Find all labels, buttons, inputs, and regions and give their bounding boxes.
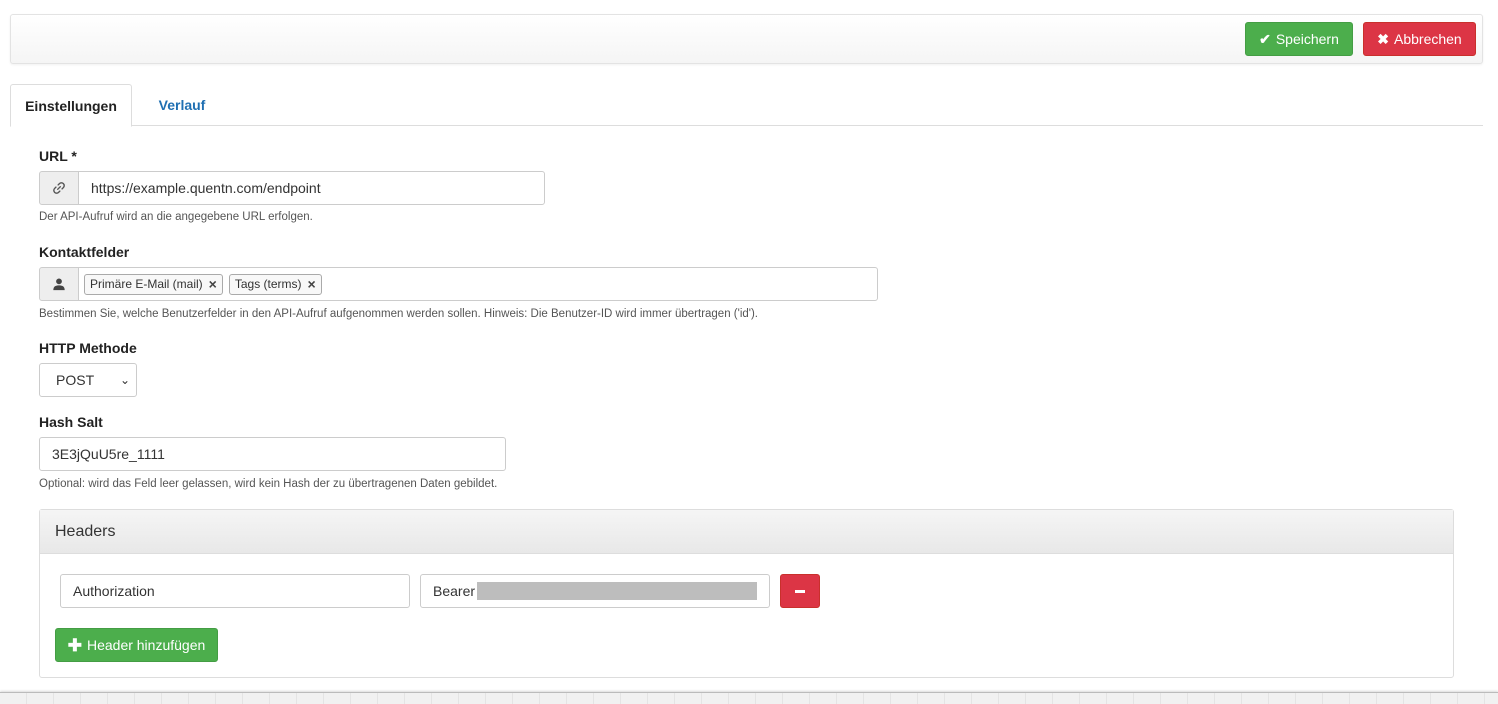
contact-field-chip: Tags (terms) ×	[228, 273, 322, 295]
save-button[interactable]: ✔ Speichern	[1245, 22, 1353, 56]
cancel-button-label: Abbrechen	[1394, 31, 1462, 47]
tab-bar: Einstellungen Verlauf	[10, 84, 1483, 127]
close-icon: ✖	[1377, 31, 1389, 47]
tab-verlauf[interactable]: Verlauf	[132, 84, 232, 126]
hash-salt-label: Hash Salt	[39, 414, 103, 430]
tab-einstellungen[interactable]: Einstellungen	[10, 84, 132, 127]
contact-fields-label: Kontaktfelder	[39, 244, 130, 260]
tab-label: Einstellungen	[25, 97, 117, 114]
url-label: URL *	[39, 148, 77, 164]
check-icon: ✔	[1259, 31, 1271, 47]
save-button-label: Speichern	[1275, 31, 1339, 47]
add-header-label: Header hinzufügen	[86, 637, 206, 653]
contact-fields-input[interactable]: Primäre E-Mail (mail) × Tags (terms) ×	[78, 267, 878, 301]
url-value: https://example.quentn.com/endpoint	[91, 180, 321, 196]
contact-fields-help: Bestimmen Sie, welche Benutzerfelder in …	[39, 308, 758, 320]
add-header-button[interactable]: ✚ Header hinzufügen	[55, 628, 218, 662]
page-bottom-edge	[0, 692, 1498, 704]
hash-salt-input[interactable]: 3E3jQuU5re_1111	[39, 437, 506, 471]
header-value-input[interactable]: Bearer	[420, 574, 770, 608]
chip-label: Primäre E-Mail (mail)	[90, 277, 203, 291]
chevron-down-icon: ⌄	[119, 373, 130, 387]
action-toolbar: ✔ Speichern ✖ Abbrechen	[10, 14, 1483, 64]
user-icon	[53, 278, 65, 291]
redacted-token	[477, 582, 757, 600]
link-icon	[53, 182, 65, 194]
headers-panel: Headers Authorization Bearer ✚ Header hi…	[39, 509, 1454, 678]
header-key-value: Authorization	[73, 583, 155, 599]
contact-field-chip: Primäre E-Mail (mail) ×	[84, 273, 223, 295]
hash-salt-help: Optional: wird das Feld leer gelassen, w…	[39, 478, 498, 490]
url-input[interactable]: https://example.quentn.com/endpoint	[78, 171, 545, 205]
url-help: Der API-Aufruf wird an die angegebene UR…	[39, 211, 313, 223]
header-key-input[interactable]: Authorization	[60, 574, 410, 608]
plus-icon: ✚	[67, 635, 82, 655]
contact-fields-addon	[39, 267, 79, 301]
hash-salt-value: 3E3jQuU5re_1111	[52, 446, 165, 462]
chip-label: Tags (terms)	[234, 277, 302, 291]
remove-header-button[interactable]	[780, 574, 820, 608]
http-method-label: HTTP Methode	[39, 340, 137, 356]
remove-chip-icon[interactable]: ×	[209, 276, 217, 292]
tab-label: Verlauf	[158, 97, 206, 113]
minus-icon	[795, 589, 805, 593]
header-value-text: Bearer	[433, 583, 476, 599]
headers-panel-title: Headers	[40, 510, 1453, 554]
http-method-value: POST	[56, 372, 95, 388]
cancel-button[interactable]: ✖ Abbrechen	[1363, 22, 1476, 56]
http-method-select[interactable]: POST ⌄	[39, 363, 137, 397]
remove-chip-icon[interactable]: ×	[308, 276, 316, 292]
url-addon	[39, 171, 79, 205]
